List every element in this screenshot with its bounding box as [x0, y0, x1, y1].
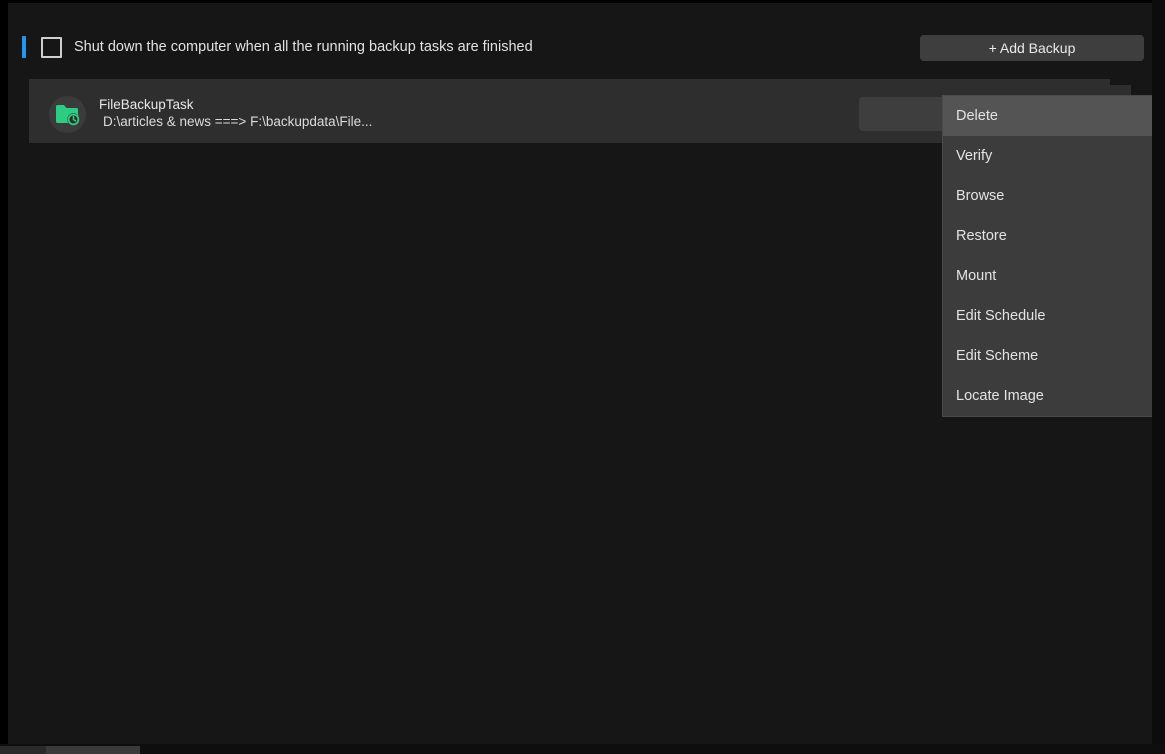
menu-item-edit-scheme[interactable]: Edit Scheme — [943, 336, 1152, 376]
menu-item-restore[interactable]: Restore — [943, 216, 1152, 256]
menu-item-label: Verify — [956, 148, 993, 164]
menu-item-label: Mount — [956, 268, 997, 284]
menu-item-label: Edit Scheme — [956, 348, 1039, 364]
task-info: FileBackupTask D:\articles & news ===> F… — [99, 96, 799, 131]
menu-item-delete[interactable]: Delete — [943, 96, 1152, 136]
menu-item-label: Restore — [956, 228, 1007, 244]
window-frame-right — [1152, 0, 1165, 744]
toolbar: Shut down the computer when all the runn… — [8, 3, 1152, 73]
menu-item-label: Edit Schedule — [956, 308, 1046, 324]
folder-backup-icon — [49, 96, 86, 133]
menu-item-label: Delete — [956, 108, 998, 124]
taskbar-edge-left — [0, 746, 46, 754]
add-backup-button[interactable]: + Add Backup — [920, 35, 1144, 61]
shutdown-option-label: Shut down the computer when all the runn… — [74, 38, 533, 55]
shutdown-checkbox[interactable] — [41, 36, 62, 58]
shutdown-option-row[interactable]: Shut down the computer when all the runn… — [22, 33, 533, 61]
backup-app-window: Shut down the computer when all the runn… — [8, 3, 1152, 744]
accent-bar-icon — [22, 36, 26, 58]
menu-item-locate-image[interactable]: Locate Image — [943, 376, 1152, 416]
menu-item-edit-schedule[interactable]: Edit Schedule — [943, 296, 1152, 336]
menu-item-label: Locate Image — [956, 388, 1044, 404]
menu-item-label: Browse — [956, 188, 1005, 204]
taskbar-edge — [46, 746, 140, 754]
window-frame-left — [0, 0, 8, 744]
menu-item-mount[interactable]: Mount — [943, 256, 1152, 296]
task-path: D:\articles & news ===> F:\backupdata\Fi… — [103, 114, 373, 129]
menu-item-verify[interactable]: Verify — [943, 136, 1152, 176]
menu-item-browse[interactable]: Browse — [943, 176, 1152, 216]
task-context-menu[interactable]: Delete Verify Browse Restore Mount Edit … — [942, 95, 1152, 417]
window-frame-bottom — [0, 744, 1165, 754]
task-name: FileBackupTask — [99, 97, 194, 112]
screen: Shut down the computer when all the runn… — [0, 0, 1165, 754]
